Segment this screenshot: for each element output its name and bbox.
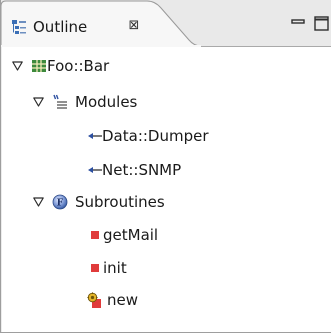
tab-outline[interactable]: Outline (11, 16, 87, 38)
modules-icon (53, 94, 67, 109)
tree-node-label: Net::SNMP (102, 161, 182, 179)
tree-node-label: Modules (75, 93, 138, 111)
minimize-icon[interactable] (290, 14, 308, 32)
tree-node-label: Subroutines (75, 193, 165, 211)
tree-node-module[interactable]: Net::SNMP (2, 157, 331, 183)
close-tab-icon[interactable]: ⊠ (124, 15, 144, 35)
tab-outline-label: Outline (33, 18, 88, 36)
tree-node-module[interactable]: Data::Dumper (2, 123, 331, 149)
tree-node-modules[interactable]: Modules (2, 89, 331, 115)
expand-arrow-icon[interactable] (12, 61, 23, 71)
svg-text:F: F (57, 199, 64, 209)
tree-node-label: Data::Dumper (102, 127, 209, 145)
view-tab-bar: Outline ⊠ (1, 0, 331, 47)
outline-view: Outline ⊠ Foo::Bar Modules Data::Dumper … (0, 0, 331, 333)
tree-node-label: new (107, 291, 139, 309)
subroutines-icon: F (52, 194, 68, 210)
tree-node-label: Foo::Bar (47, 57, 110, 75)
outline-tree: Foo::Bar Modules Data::Dumper Net::SNMP … (2, 47, 331, 332)
expand-arrow-icon[interactable] (33, 97, 44, 107)
outline-icon (11, 19, 27, 35)
module-import-icon (88, 167, 102, 173)
expand-arrow-icon[interactable] (33, 197, 44, 207)
tree-node-package[interactable]: Foo::Bar (2, 53, 331, 79)
maximize-icon[interactable] (313, 14, 331, 32)
constructor-icon (87, 292, 101, 308)
module-import-icon (88, 133, 102, 139)
tree-node-subroutine[interactable]: new (2, 287, 331, 313)
tree-node-subroutine[interactable]: init (2, 255, 331, 281)
tree-node-label: init (103, 259, 127, 277)
tree-node-subroutine[interactable]: getMail (2, 222, 331, 248)
package-icon (32, 60, 46, 72)
tree-node-subroutines[interactable]: F Subroutines (2, 189, 331, 215)
tree-node-label: getMail (103, 226, 159, 244)
